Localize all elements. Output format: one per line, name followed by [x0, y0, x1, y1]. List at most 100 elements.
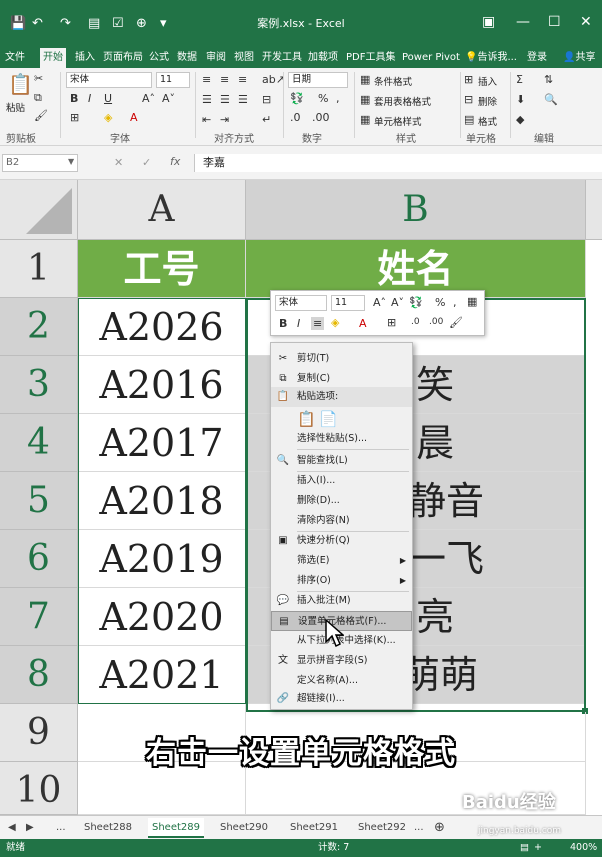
- insert-cells-icon[interactable]: ⊞: [464, 74, 473, 85]
- menu-item-hyperlink[interactable]: 🔗 超链接(I)...: [271, 689, 412, 709]
- cell-a1[interactable]: 工号: [78, 240, 246, 298]
- sheet-tab-291[interactable]: Sheet291: [286, 818, 342, 838]
- increase-indent-icon[interactable]: ⇥: [220, 114, 229, 125]
- column-header-b[interactable]: B: [246, 180, 586, 240]
- maximize-icon[interactable]: ☐: [548, 14, 561, 30]
- tab-insert[interactable]: 插入: [72, 48, 98, 68]
- sign-in-link[interactable]: 登录: [524, 48, 550, 68]
- mini-font-size[interactable]: 11: [331, 295, 365, 311]
- align-left-icon[interactable]: ☰: [202, 94, 212, 105]
- sort-filter-icon[interactable]: ⇅: [544, 74, 553, 85]
- find-select-icon[interactable]: 🔍: [544, 94, 558, 105]
- tab-file[interactable]: 文件: [2, 48, 28, 68]
- accounting-format-icon[interactable]: 💱: [290, 93, 304, 104]
- page-layout-view-icon[interactable]: ▤: [520, 839, 529, 857]
- row-header-7[interactable]: 7: [0, 588, 78, 646]
- menu-item-delete[interactable]: 删除(D)...: [271, 491, 412, 511]
- border-icon[interactable]: ⊞: [70, 112, 79, 123]
- column-header-a[interactable]: A: [78, 180, 246, 240]
- name-box[interactable]: B2: [2, 154, 78, 172]
- cell-a4[interactable]: A2017: [78, 414, 246, 472]
- clear-icon[interactable]: ◆: [516, 114, 524, 125]
- fill-color-icon[interactable]: ◈: [104, 112, 112, 123]
- mini-font-color-icon[interactable]: A: [359, 318, 367, 329]
- font-name-select[interactable]: 宋体: [66, 72, 152, 88]
- name-box-dropdown-icon[interactable]: ▼: [68, 157, 74, 166]
- menu-item-insert[interactable]: 插入(I)...: [271, 471, 412, 491]
- align-bottom-icon[interactable]: ≡: [238, 74, 247, 85]
- fx-icon[interactable]: fx: [170, 155, 180, 168]
- row-header-6[interactable]: 6: [0, 530, 78, 588]
- mini-bold-icon[interactable]: B: [279, 318, 287, 329]
- mini-accounting-icon[interactable]: 💱: [409, 297, 423, 308]
- decrease-indent-icon[interactable]: ⇤: [202, 114, 211, 125]
- sheet-tab-292[interactable]: Sheet292: [354, 818, 410, 838]
- row-header-5[interactable]: 5: [0, 472, 78, 530]
- more-sheets-icon[interactable]: ...: [52, 818, 70, 838]
- font-size-select[interactable]: 11: [156, 72, 190, 88]
- row-header-3[interactable]: 3: [0, 356, 78, 414]
- number-format-select[interactable]: 日期: [288, 72, 348, 88]
- conditional-format-button[interactable]: 条件格式: [374, 74, 412, 88]
- ribbon-display-icon[interactable]: ▣: [482, 14, 495, 30]
- font-color-icon[interactable]: A: [130, 112, 138, 123]
- align-top-icon[interactable]: ≡: [202, 74, 211, 85]
- menu-item-insert-comment[interactable]: 💬 插入批注(M): [271, 591, 412, 611]
- mini-border-icon[interactable]: ⊞: [387, 317, 396, 328]
- close-icon[interactable]: ✕: [580, 14, 592, 30]
- enter-icon[interactable]: ✓: [142, 156, 151, 169]
- delete-cells-icon[interactable]: ⊟: [464, 94, 473, 105]
- menu-item-sort[interactable]: 排序(O) ▶: [271, 571, 412, 591]
- format-painter-icon[interactable]: 🖌: [34, 110, 48, 121]
- cut-icon[interactable]: ✂: [34, 73, 43, 84]
- format-as-table-icon[interactable]: ▦: [360, 94, 370, 105]
- cell-a3[interactable]: A2016: [78, 356, 246, 414]
- more-sheets-right-icon[interactable]: ...: [410, 818, 428, 838]
- mini-shrink-font-icon[interactable]: A˅: [391, 297, 404, 308]
- grow-font-icon[interactable]: A˄: [142, 93, 155, 104]
- menu-item-show-pinyin[interactable]: 文显示拼音字段(S): [271, 651, 412, 671]
- mini-decrease-decimal-icon[interactable]: .00: [429, 318, 443, 327]
- minimize-icon[interactable]: —: [516, 14, 530, 30]
- format-as-table-button[interactable]: 套用表格格式: [374, 94, 431, 108]
- mini-comma-icon[interactable]: ,: [453, 297, 457, 308]
- mini-italic-icon[interactable]: I: [297, 318, 300, 329]
- menu-item-smart-lookup[interactable]: 🔍 智能查找(L): [271, 451, 412, 471]
- paste-icon[interactable]: 📋: [8, 74, 33, 94]
- select-all-corner[interactable]: [0, 180, 78, 240]
- menu-item-paste-special[interactable]: 选择性粘贴(S)...: [271, 429, 412, 449]
- mini-percent-icon[interactable]: %: [435, 297, 445, 308]
- zoom-slider[interactable]: +: [534, 839, 542, 857]
- tab-addins[interactable]: 加载项: [305, 48, 341, 68]
- menu-item-cut[interactable]: ✂ 剪切(T): [271, 349, 412, 369]
- decrease-decimal-icon[interactable]: .00: [312, 112, 330, 123]
- formula-input[interactable]: 李嘉: [194, 154, 602, 172]
- mini-fill-color-icon[interactable]: ◈: [331, 317, 339, 328]
- format-cells-icon[interactable]: ▤: [464, 114, 474, 125]
- scroll-left-icon[interactable]: ◀: [4, 818, 20, 838]
- increase-decimal-icon[interactable]: .0: [290, 112, 301, 123]
- sheet-tab-290[interactable]: Sheet290: [216, 818, 272, 838]
- delete-cells-button[interactable]: 删除: [478, 94, 497, 108]
- sheet-tab-288[interactable]: Sheet288: [80, 818, 136, 838]
- tab-data[interactable]: 数据: [174, 48, 200, 68]
- format-button[interactable]: 格式: [478, 114, 497, 128]
- menu-item-clear-contents[interactable]: 清除内容(N): [271, 511, 412, 531]
- align-middle-icon[interactable]: ≡: [220, 74, 229, 85]
- shrink-font-icon[interactable]: A˅: [162, 93, 175, 104]
- tab-developer[interactable]: 开发工具: [259, 48, 305, 68]
- cell-styles-button[interactable]: 单元格样式: [374, 114, 422, 128]
- row-header-2[interactable]: 2: [0, 298, 78, 356]
- mini-increase-decimal-icon[interactable]: .0: [411, 318, 420, 327]
- tab-review[interactable]: 审阅: [203, 48, 229, 68]
- conditional-format-icon[interactable]: ▦: [360, 74, 370, 85]
- row-header-1[interactable]: 1: [0, 240, 78, 298]
- menu-item-copy[interactable]: ⧉ 复制(C): [271, 369, 412, 389]
- menu-item-filter[interactable]: 筛选(E) ▶: [271, 551, 412, 571]
- orientation-icon[interactable]: ab↗: [262, 74, 285, 85]
- percent-icon[interactable]: %: [318, 93, 328, 104]
- menu-item-define-name[interactable]: 定义名称(A)...: [271, 671, 412, 691]
- comma-icon[interactable]: ,: [336, 93, 340, 104]
- align-right-icon[interactable]: ☰: [238, 94, 248, 105]
- menu-item-quick-analysis[interactable]: ▣ 快速分析(Q): [271, 531, 412, 551]
